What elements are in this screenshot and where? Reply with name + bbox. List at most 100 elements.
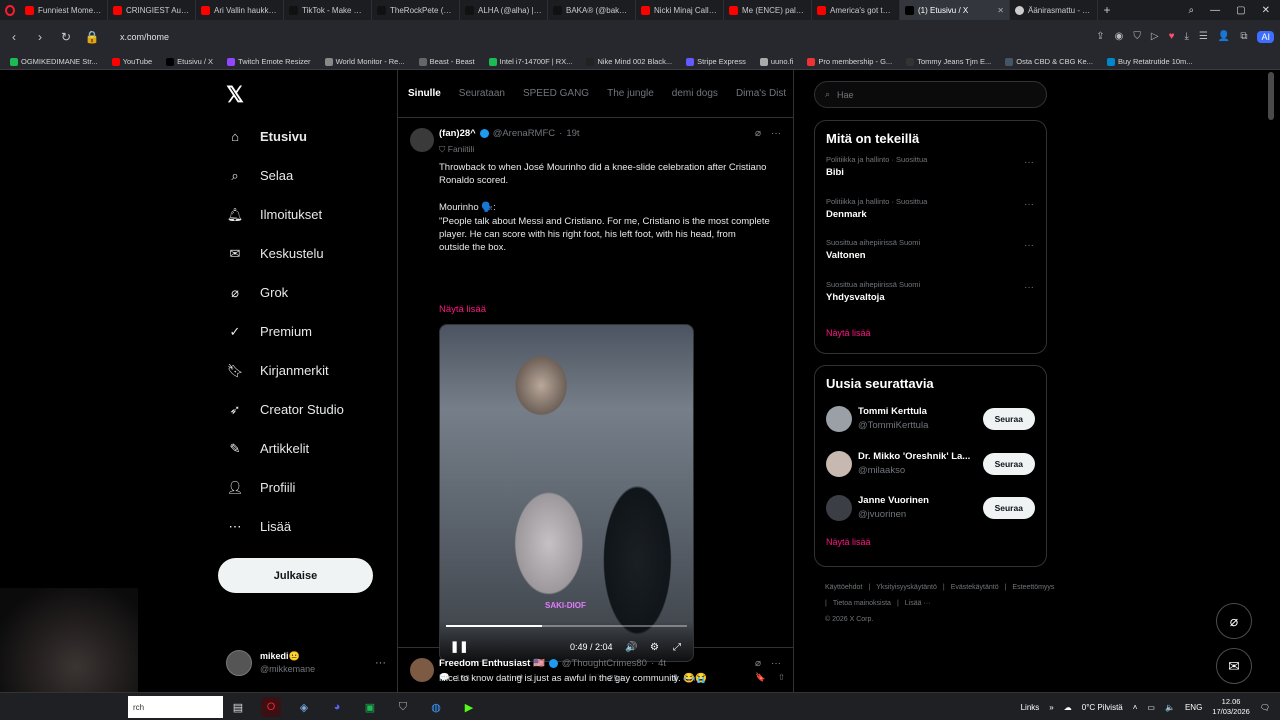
browser-tab[interactable]: TikTok - Make Your [284, 0, 372, 20]
browser-tab[interactable]: America's got talen [812, 0, 900, 20]
close-icon[interactable]: ✕ [997, 6, 1004, 15]
nav-item-keskustelu[interactable]: ✉ Keskustelu [218, 234, 388, 273]
tab-feed[interactable]: Dima's Dist [736, 88, 786, 99]
footer-link[interactable]: Yksityisyyskäytäntö [876, 584, 937, 591]
tab-feed[interactable]: Seurataan [459, 88, 505, 99]
opera-logo-icon[interactable] [0, 0, 20, 20]
menu-icon[interactable]: ☰ [1199, 31, 1208, 43]
avatar[interactable] [826, 495, 852, 522]
nav-item-etusivu[interactable]: ⌂ Etusivu [218, 117, 388, 156]
browser-tab[interactable]: Nicki Minaj Calls K [636, 0, 724, 20]
grok-icon[interactable]: ⌀ [755, 128, 761, 139]
browser-tab[interactable]: Ari Vallin haukkui st [196, 0, 284, 20]
follow-button[interactable]: Seuraa [982, 497, 1035, 520]
edge-icon[interactable]: ◍ [426, 697, 446, 717]
footer-link[interactable]: Esteettömyys [1012, 584, 1054, 591]
bookmark-item[interactable]: Osta CBD & CBG Ke... [1005, 57, 1093, 66]
trend-item[interactable]: Suosittua aihepiirissä Suomi Valtonen ··· [815, 235, 1046, 277]
tweet-author-handle[interactable]: @ThoughtCrimes80 [562, 658, 647, 669]
footer-link[interactable]: Tietoa mainoksista [833, 600, 891, 607]
browser-tab[interactable]: Funniest Moments [20, 0, 108, 20]
notification-icon[interactable]: 🗨 [1260, 703, 1270, 712]
language-indicator[interactable]: ENG [1185, 703, 1202, 712]
url-input[interactable]: x.com/home [110, 26, 810, 48]
opera-icon[interactable]: O [261, 697, 281, 717]
taskbar-search-input[interactable]: rch [128, 696, 223, 718]
show-more-link[interactable]: Näytä lisää [439, 304, 486, 315]
follow-suggestion[interactable]: Tommi Kerttula @TommiKerttula Seuraa [815, 397, 1046, 442]
trends-show-more[interactable]: Näytä lisää [815, 318, 1046, 350]
tab-feed[interactable]: Sinulle [408, 88, 441, 99]
avatar[interactable] [826, 406, 852, 433]
security-icon[interactable]: ⛉ [393, 697, 413, 717]
new-tab-icon[interactable]: + [1098, 3, 1116, 17]
extension-icon[interactable]: ⧉ [1240, 31, 1247, 43]
tweet-time[interactable]: 4t [658, 658, 666, 669]
tab-feed[interactable]: SPEED GANG [523, 88, 589, 99]
browser-tab[interactable]: Me (ENCE) palattin [724, 0, 812, 20]
search-input[interactable]: ⌕ Hae [814, 81, 1047, 108]
bookmark-item[interactable]: World Monitor - Re... [324, 57, 405, 66]
bookmark-item[interactable]: Buy Retatrutide 10m... [1106, 57, 1193, 66]
nav-item-kirjanmerkit[interactable]: 🔖︎ Kirjanmerkit [218, 351, 388, 390]
profile-icon[interactable]: 👤 [1218, 31, 1230, 43]
bookmark-item[interactable]: Etusivu / X [166, 57, 213, 66]
nav-item-ilmoitukset[interactable]: 🔔︎ Ilmoitukset [218, 195, 388, 234]
weather-text[interactable]: 0°C Pilvistä [1082, 703, 1123, 712]
bookmark-item[interactable]: YouTube [111, 57, 152, 66]
browser-tab[interactable]: ALHA (@alha) | Tik [460, 0, 548, 20]
links-toolbar[interactable]: Links [1021, 703, 1040, 712]
bookmark-item[interactable]: Pro membership - G... [807, 57, 892, 66]
browser-tab[interactable]: TheRockPete (@the [372, 0, 460, 20]
heart-icon[interactable]: ♥ [1169, 31, 1175, 43]
spotify-icon[interactable]: ▣ [360, 697, 380, 717]
follow-suggestion[interactable]: Janne Vuorinen @jvuorinen Seuraa [815, 486, 1046, 531]
discord-icon[interactable]: ◕ [327, 697, 347, 717]
tweet[interactable]: Freedom Enthusiast 🇺🇸 @ThoughtCrimes80 ·… [398, 648, 793, 692]
footer-link[interactable]: Evästekäytäntö [951, 584, 999, 591]
nav-item-selaa[interactable]: ⌕ Selaa [218, 156, 388, 195]
avatar[interactable] [410, 658, 434, 682]
messages-float-icon[interactable]: ✉ [1216, 648, 1252, 684]
account-switcher[interactable]: mikedi😐 @mikkemane ··· [226, 645, 386, 681]
more-icon[interactable]: ··· [1024, 282, 1034, 293]
nav-item-lis-[interactable]: ⋯ Lisää [218, 507, 388, 546]
forward-icon[interactable]: › [32, 30, 48, 44]
minimize-icon[interactable]: — [1210, 5, 1220, 16]
maximize-icon[interactable]: ▢ [1236, 5, 1245, 16]
post-button[interactable]: Julkaise [218, 558, 373, 593]
bookmark-item[interactable]: Tommy Jeans Tjm E... [906, 57, 991, 66]
nav-item-artikkelit[interactable]: ✎ Artikkelit [218, 429, 388, 468]
grok-icon[interactable]: ⌀ [755, 658, 761, 669]
browser-tab[interactable]: CRINGIEST Audition [108, 0, 196, 20]
download-icon[interactable]: ⤓ [1185, 31, 1189, 43]
network-icon[interactable]: ▭ [1147, 703, 1155, 712]
more-icon[interactable]: ··· [771, 658, 781, 669]
more-icon[interactable]: ··· [1024, 240, 1034, 251]
footer-link[interactable]: Käyttöehdot [825, 584, 862, 591]
camera-icon[interactable]: ◉ [1115, 31, 1124, 43]
bookmark-item[interactable]: OGMIKEDIMANE Str... [10, 57, 98, 66]
footer-link[interactable]: © 2026 X Corp. [825, 616, 873, 623]
scrollbar[interactable] [1268, 72, 1274, 120]
ai-button[interactable]: AI [1257, 31, 1274, 43]
avatar[interactable] [826, 450, 852, 477]
files-icon[interactable]: ◈ [294, 697, 314, 717]
bookmark-item[interactable]: uuno.fi [759, 57, 793, 66]
bookmark-item[interactable]: Beast - Beast [418, 57, 475, 66]
bookmark-item[interactable]: Intel i7-14700F | RX... [488, 57, 572, 66]
follow-button[interactable]: Seuraa [982, 452, 1035, 475]
bookmark-item[interactable]: Nike Mind 002 Black... [586, 57, 672, 66]
kick-icon[interactable]: ▶ [459, 697, 479, 717]
follow-suggestion[interactable]: Dr. Mikko 'Oreshnik' La... @milaakso Seura… [815, 442, 1046, 487]
more-icon[interactable]: ··· [771, 128, 781, 139]
more-icon[interactable]: ··· [375, 657, 386, 669]
tray-chevron-icon[interactable]: ˄ [1133, 703, 1138, 712]
reload-icon[interactable]: ↻ [58, 30, 74, 44]
bookmark-item[interactable]: Twitch Emote Resizer [227, 57, 311, 66]
more-icon[interactable]: ··· [1024, 157, 1034, 168]
tab-search-icon[interactable]: ⌕ [1189, 5, 1195, 16]
back-icon[interactable]: ‹ [6, 30, 22, 44]
tweet-author-handle[interactable]: @ArenaRMFC [493, 128, 555, 139]
volume-icon[interactable]: 🔈 [1165, 703, 1175, 712]
